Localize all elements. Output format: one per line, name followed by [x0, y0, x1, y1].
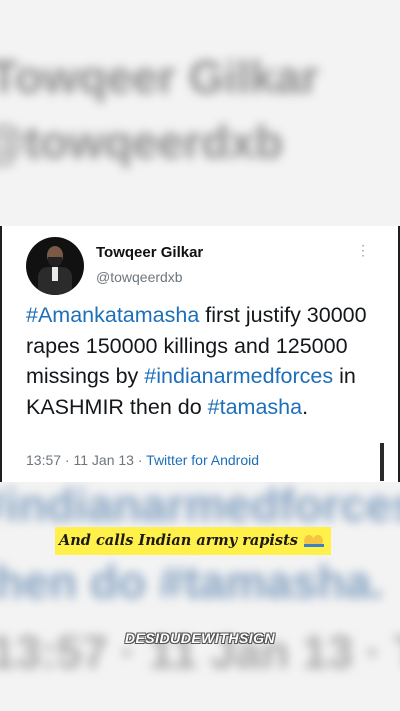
- author-handle[interactable]: @towqeerdxb: [96, 269, 183, 285]
- blurred-name: Towqeer Gilkar: [0, 51, 319, 103]
- avatar-beard: [48, 257, 62, 267]
- tweet-date[interactable]: 11 Jan 13: [74, 452, 134, 468]
- tweet-time[interactable]: 13:57: [26, 452, 61, 468]
- caption-text: And calls Indian army rapists: [59, 532, 298, 549]
- tweet-text-part-3: .: [302, 394, 309, 419]
- blurred-text-1: #indianarmedforces in KASHMIR: [0, 479, 400, 531]
- tweet-text: #Amankatamasha first justify 30000 rapes…: [26, 300, 386, 422]
- meta-separator: ·: [61, 452, 74, 468]
- author-name[interactable]: Towqeer Gilkar: [96, 244, 203, 261]
- hashtag-tamasha[interactable]: #tamasha: [208, 395, 302, 419]
- tweet-source[interactable]: Twitter for Android: [146, 452, 259, 468]
- blurred-handle: @towqeerdxb: [0, 116, 283, 168]
- caption-banner: And calls Indian army rapists: [55, 527, 331, 555]
- folded-hands-icon: [303, 535, 324, 547]
- blurred-text-2: then do #tamasha.: [0, 556, 384, 608]
- tweet-meta: 13:57 · 11 Jan 13 · Twitter for Android: [26, 452, 259, 468]
- meta-separator: ·: [133, 452, 147, 468]
- avatar-collar: [52, 267, 58, 281]
- more-options-icon[interactable]: ⋮: [356, 243, 370, 257]
- hashtag-amankatamasha[interactable]: #Amankatamasha: [26, 303, 199, 327]
- tweet-card[interactable]: Towqeer Gilkar @towqeerdxb ⋮ #Amankatama…: [0, 226, 400, 482]
- hashtag-indianarmedforces[interactable]: #indianarmedforces: [144, 364, 333, 388]
- scrollbar[interactable]: [380, 443, 384, 481]
- avatar[interactable]: [26, 237, 84, 295]
- watermark: DESIDUDEWITHSIGN: [124, 630, 276, 646]
